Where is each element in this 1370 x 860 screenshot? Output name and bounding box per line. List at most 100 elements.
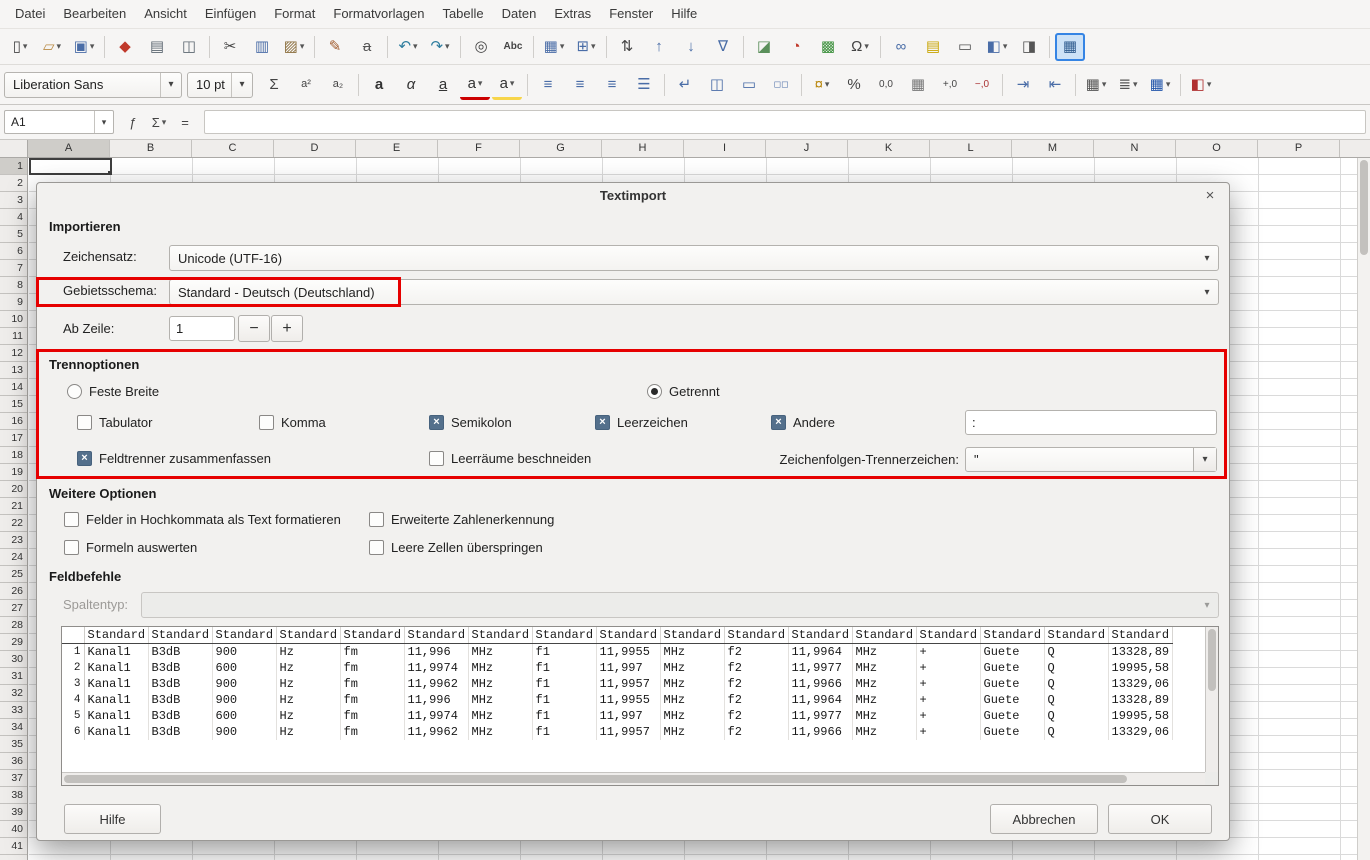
row-header[interactable]: 40 (0, 821, 27, 838)
checkbox-tabulator[interactable]: × Tabulator (77, 412, 152, 432)
row-header[interactable]: 19 (0, 464, 27, 481)
print-preview-icon[interactable]: ◫ (174, 33, 204, 61)
decrement-button[interactable]: − (238, 315, 270, 342)
hyperlink-icon[interactable]: ∞ (886, 33, 916, 61)
row-header[interactable]: 10 (0, 311, 27, 328)
find-replace-icon[interactable]: ◎ (466, 33, 496, 61)
column-header[interactable]: M (1012, 140, 1094, 157)
increase-indent-icon[interactable]: ⇥ (1008, 71, 1038, 99)
ok-button[interactable]: OK (1108, 804, 1212, 834)
merge-cells-icon[interactable]: ▭ (734, 71, 764, 99)
sum-icon[interactable]: Σ (259, 71, 289, 99)
from-row-input[interactable] (169, 316, 235, 341)
align-center-icon[interactable]: ≡ (565, 71, 595, 99)
freeze-panes-icon[interactable]: ◧▾ (982, 33, 1012, 61)
del-decimal-icon[interactable]: −,0 (967, 71, 997, 99)
row-header[interactable]: 26 (0, 583, 27, 600)
date-format-icon[interactable]: ▦ (903, 71, 933, 99)
checkbox-semikolon[interactable]: × Semikolon (429, 412, 512, 432)
select-all-corner[interactable] (0, 140, 28, 157)
bold-icon[interactable]: a (364, 71, 394, 99)
menu-item[interactable]: Einfügen (196, 0, 265, 28)
preview-column-header[interactable]: Standard (788, 627, 852, 644)
row-header[interactable]: 11 (0, 328, 27, 345)
checkbox-komma[interactable]: × Komma (259, 412, 326, 432)
column-header[interactable]: D (274, 140, 356, 157)
row-header[interactable]: 24 (0, 549, 27, 566)
insert-image-icon[interactable]: ◪ (749, 33, 779, 61)
row-header[interactable]: 33 (0, 702, 27, 719)
row-header[interactable]: 25 (0, 566, 27, 583)
chevron-down-icon[interactable]: ▾ (1193, 448, 1216, 471)
formula-input[interactable] (204, 110, 1366, 134)
row-header[interactable]: 34 (0, 719, 27, 736)
preview-column-header[interactable]: Standard (660, 627, 724, 644)
row-header[interactable]: 27 (0, 600, 27, 617)
clear-formatting-icon[interactable]: a (352, 33, 382, 61)
chevron-down-icon[interactable]: ▾ (231, 73, 252, 97)
checkbox-hochkommata[interactable]: × Felder in Hochkommata als Text formati… (64, 509, 341, 529)
row-header[interactable]: 41 (0, 838, 27, 855)
checkbox-leere-zellen[interactable]: × Leere Zellen überspringen (369, 537, 543, 557)
row-header[interactable]: 12 (0, 345, 27, 362)
pivot-table-icon[interactable]: ▩ (813, 33, 843, 61)
font-color-icon[interactable]: a▾ (460, 69, 490, 100)
row-header[interactable]: 7 (0, 260, 27, 277)
row-header[interactable]: 29 (0, 634, 27, 651)
preview-column-header[interactable]: Standard (1044, 627, 1108, 644)
headers-footers-icon[interactable]: ▭ (950, 33, 980, 61)
row-header[interactable]: 3 (0, 192, 27, 209)
open-icon[interactable]: ▱▾ (37, 33, 67, 61)
preview-column-header[interactable]: Standard (852, 627, 916, 644)
row-header[interactable]: 20 (0, 481, 27, 498)
radio-getrennt[interactable]: Getrennt (647, 381, 720, 401)
preview-column-header[interactable]: Standard (1108, 627, 1172, 644)
sort-icon[interactable]: ⇅ (612, 33, 642, 61)
highlight-color-icon[interactable]: a▾ (492, 69, 522, 100)
row-header[interactable]: 18 (0, 447, 27, 464)
row-header[interactable]: 39 (0, 804, 27, 821)
preview-column-header[interactable]: Standard (980, 627, 1044, 644)
currency-icon[interactable]: ¤▾ (807, 71, 837, 99)
merge-center-icon[interactable]: ◫ (702, 71, 732, 99)
column-header[interactable]: A (28, 140, 110, 157)
decrease-indent-icon[interactable]: ⇤ (1040, 71, 1070, 99)
chevron-down-icon[interactable]: ▾ (160, 73, 181, 97)
column-header[interactable]: F (438, 140, 520, 157)
preview-column-header[interactable]: Standard (724, 627, 788, 644)
preview-column-header[interactable]: Standard (276, 627, 340, 644)
column-header[interactable]: C (192, 140, 274, 157)
checkbox-feldtrenner-zusammenfassen[interactable]: × Feldtrenner zusammenfassen (77, 448, 271, 468)
row-header[interactable]: 16 (0, 413, 27, 430)
row-header[interactable]: 5 (0, 226, 27, 243)
wrap-text-icon[interactable]: ↵ (670, 71, 700, 99)
autofilter-icon[interactable]: ∇ (708, 33, 738, 61)
row-header[interactable]: 17 (0, 430, 27, 447)
export-pdf-icon[interactable]: ◆ (110, 33, 140, 61)
checkbox-formeln-auswerten[interactable]: × Formeln auswerten (64, 537, 197, 557)
row-header[interactable]: 30 (0, 651, 27, 668)
checkbox-andere[interactable]: × Andere (771, 412, 835, 432)
row-header[interactable]: 38 (0, 787, 27, 804)
equals-icon[interactable]: = (173, 110, 197, 134)
row-header[interactable]: 22 (0, 515, 27, 532)
row-header[interactable]: 2 (0, 175, 27, 192)
sort-ascending-icon[interactable]: ↑ (644, 33, 674, 61)
border-color-icon[interactable]: ▦▾ (1145, 71, 1175, 99)
preview-column-header[interactable]: Standard (148, 627, 212, 644)
print-icon[interactable]: ▤ (142, 33, 172, 61)
preview-vertical-scrollbar-thumb[interactable] (1208, 629, 1216, 691)
add-decimal-icon[interactable]: +,0 (935, 71, 965, 99)
column-header[interactable]: J (766, 140, 848, 157)
unmerge-cells-icon[interactable]: ◻◻ (766, 71, 796, 99)
row-header[interactable]: 1 (0, 158, 27, 175)
clone-formatting-icon[interactable]: ✎ (320, 33, 350, 61)
help-button[interactable]: Hilfe (64, 804, 161, 834)
sort-descending-icon[interactable]: ↓ (676, 33, 706, 61)
column-header[interactable]: O (1176, 140, 1258, 157)
menu-item[interactable]: Tabelle (433, 0, 492, 28)
superscript-icon[interactable]: a² (291, 71, 321, 99)
preview-column-header[interactable]: Standard (532, 627, 596, 644)
menu-item[interactable]: Extras (545, 0, 600, 28)
column-header[interactable]: K (848, 140, 930, 157)
